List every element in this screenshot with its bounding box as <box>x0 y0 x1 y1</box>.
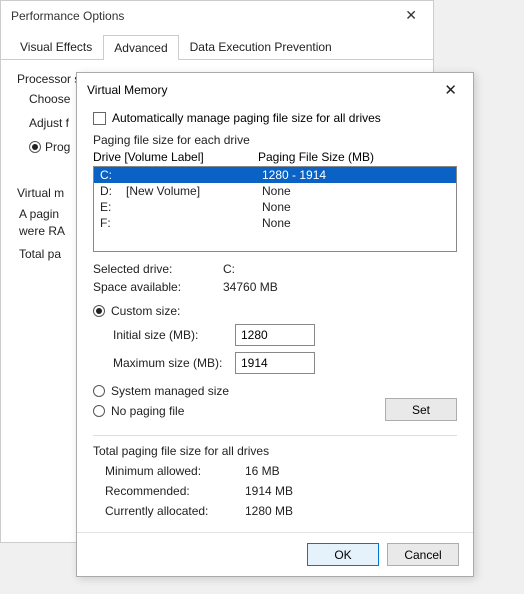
header-size: Paging File Size (MB) <box>258 150 457 164</box>
drive-size: None <box>262 200 450 214</box>
set-button[interactable]: Set <box>385 398 457 421</box>
maximum-size-input[interactable] <box>235 352 315 374</box>
initial-size-input[interactable] <box>235 324 315 346</box>
recommended-label: Recommended: <box>105 484 245 498</box>
recommended-value: 1914 MB <box>245 484 293 498</box>
radio-icon <box>93 305 105 317</box>
vm-footer: OK Cancel <box>77 532 473 576</box>
virtual-memory-window: Virtual Memory ✕ Automatically manage pa… <box>76 72 474 577</box>
perf-tabs: Visual Effects Advanced Data Execution P… <box>1 30 433 60</box>
checkbox-icon <box>93 112 106 125</box>
selected-drive-label: Selected drive: <box>93 262 223 276</box>
tab-visual-effects[interactable]: Visual Effects <box>9 34 103 59</box>
drive-size: None <box>262 216 450 230</box>
system-managed-radio[interactable]: System managed size <box>93 384 457 398</box>
drive-size: None <box>262 184 450 198</box>
perf-titlebar: Performance Options ✕ <box>1 1 433 30</box>
programs-label: Prog <box>45 140 70 154</box>
close-icon[interactable]: ✕ <box>438 81 463 99</box>
min-allowed-value: 16 MB <box>245 464 280 478</box>
currently-allocated-label: Currently allocated: <box>105 504 245 518</box>
drive-volume <box>126 216 262 230</box>
auto-manage-checkbox[interactable]: Automatically manage paging file size fo… <box>93 111 457 125</box>
min-allowed-label: Minimum allowed: <box>105 464 245 478</box>
maximum-size-label: Maximum size (MB): <box>113 356 235 370</box>
initial-size-row: Initial size (MB): <box>113 324 457 346</box>
perf-title: Performance Options <box>11 9 124 23</box>
selected-drive-row: Selected drive: C: <box>93 262 457 276</box>
drive-volume <box>126 168 262 182</box>
drive-volume: [New Volume] <box>126 184 262 198</box>
space-available-row: Space available: 34760 MB <box>93 280 457 294</box>
tab-advanced[interactable]: Advanced <box>103 35 178 60</box>
maximum-size-row: Maximum size (MB): <box>113 352 457 374</box>
radio-icon <box>93 385 105 397</box>
custom-size-label: Custom size: <box>111 304 180 318</box>
header-drive: Drive [Volume Label] <box>93 150 258 164</box>
ok-button[interactable]: OK <box>307 543 379 566</box>
vm-body: Automatically manage paging file size fo… <box>77 107 473 532</box>
space-available-value: 34760 MB <box>223 280 278 294</box>
drive-letter: F: <box>100 216 126 230</box>
close-icon[interactable]: ✕ <box>399 7 423 24</box>
drive-row[interactable]: D: [New Volume] None <box>94 183 456 199</box>
system-managed-label: System managed size <box>111 384 229 398</box>
drive-row[interactable]: F: None <box>94 215 456 231</box>
totals-section: Minimum allowed: 16 MB Recommended: 1914… <box>93 464 457 518</box>
vm-title: Virtual Memory <box>87 83 167 97</box>
auto-manage-label: Automatically manage paging file size fo… <box>112 111 381 125</box>
selected-drive-value: C: <box>223 262 235 276</box>
drive-letter: C: <box>100 168 126 182</box>
paging-file-size-label: Paging file size for each drive <box>93 133 457 147</box>
vm-titlebar: Virtual Memory ✕ <box>77 73 473 107</box>
initial-size-label: Initial size (MB): <box>113 328 235 342</box>
radio-icon <box>29 141 41 153</box>
drive-volume <box>126 200 262 214</box>
custom-size-radio[interactable]: Custom size: <box>93 304 457 318</box>
drive-size: 1280 - 1914 <box>262 168 450 182</box>
drive-row[interactable]: E: None <box>94 199 456 215</box>
drive-letter: E: <box>100 200 126 214</box>
no-paging-file-label: No paging file <box>111 404 184 418</box>
drive-letter: D: <box>100 184 126 198</box>
radio-icon <box>93 405 105 417</box>
drive-row[interactable]: C: 1280 - 1914 <box>94 167 456 183</box>
space-available-label: Space available: <box>93 280 223 294</box>
drive-list-header: Drive [Volume Label] Paging File Size (M… <box>93 150 457 164</box>
divider <box>93 435 457 436</box>
currently-allocated-value: 1280 MB <box>245 504 293 518</box>
drive-list[interactable]: C: 1280 - 1914 D: [New Volume] None E: N… <box>93 166 457 252</box>
tab-dep[interactable]: Data Execution Prevention <box>179 34 343 59</box>
cancel-button[interactable]: Cancel <box>387 543 459 566</box>
totals-label: Total paging file size for all drives <box>93 444 457 458</box>
